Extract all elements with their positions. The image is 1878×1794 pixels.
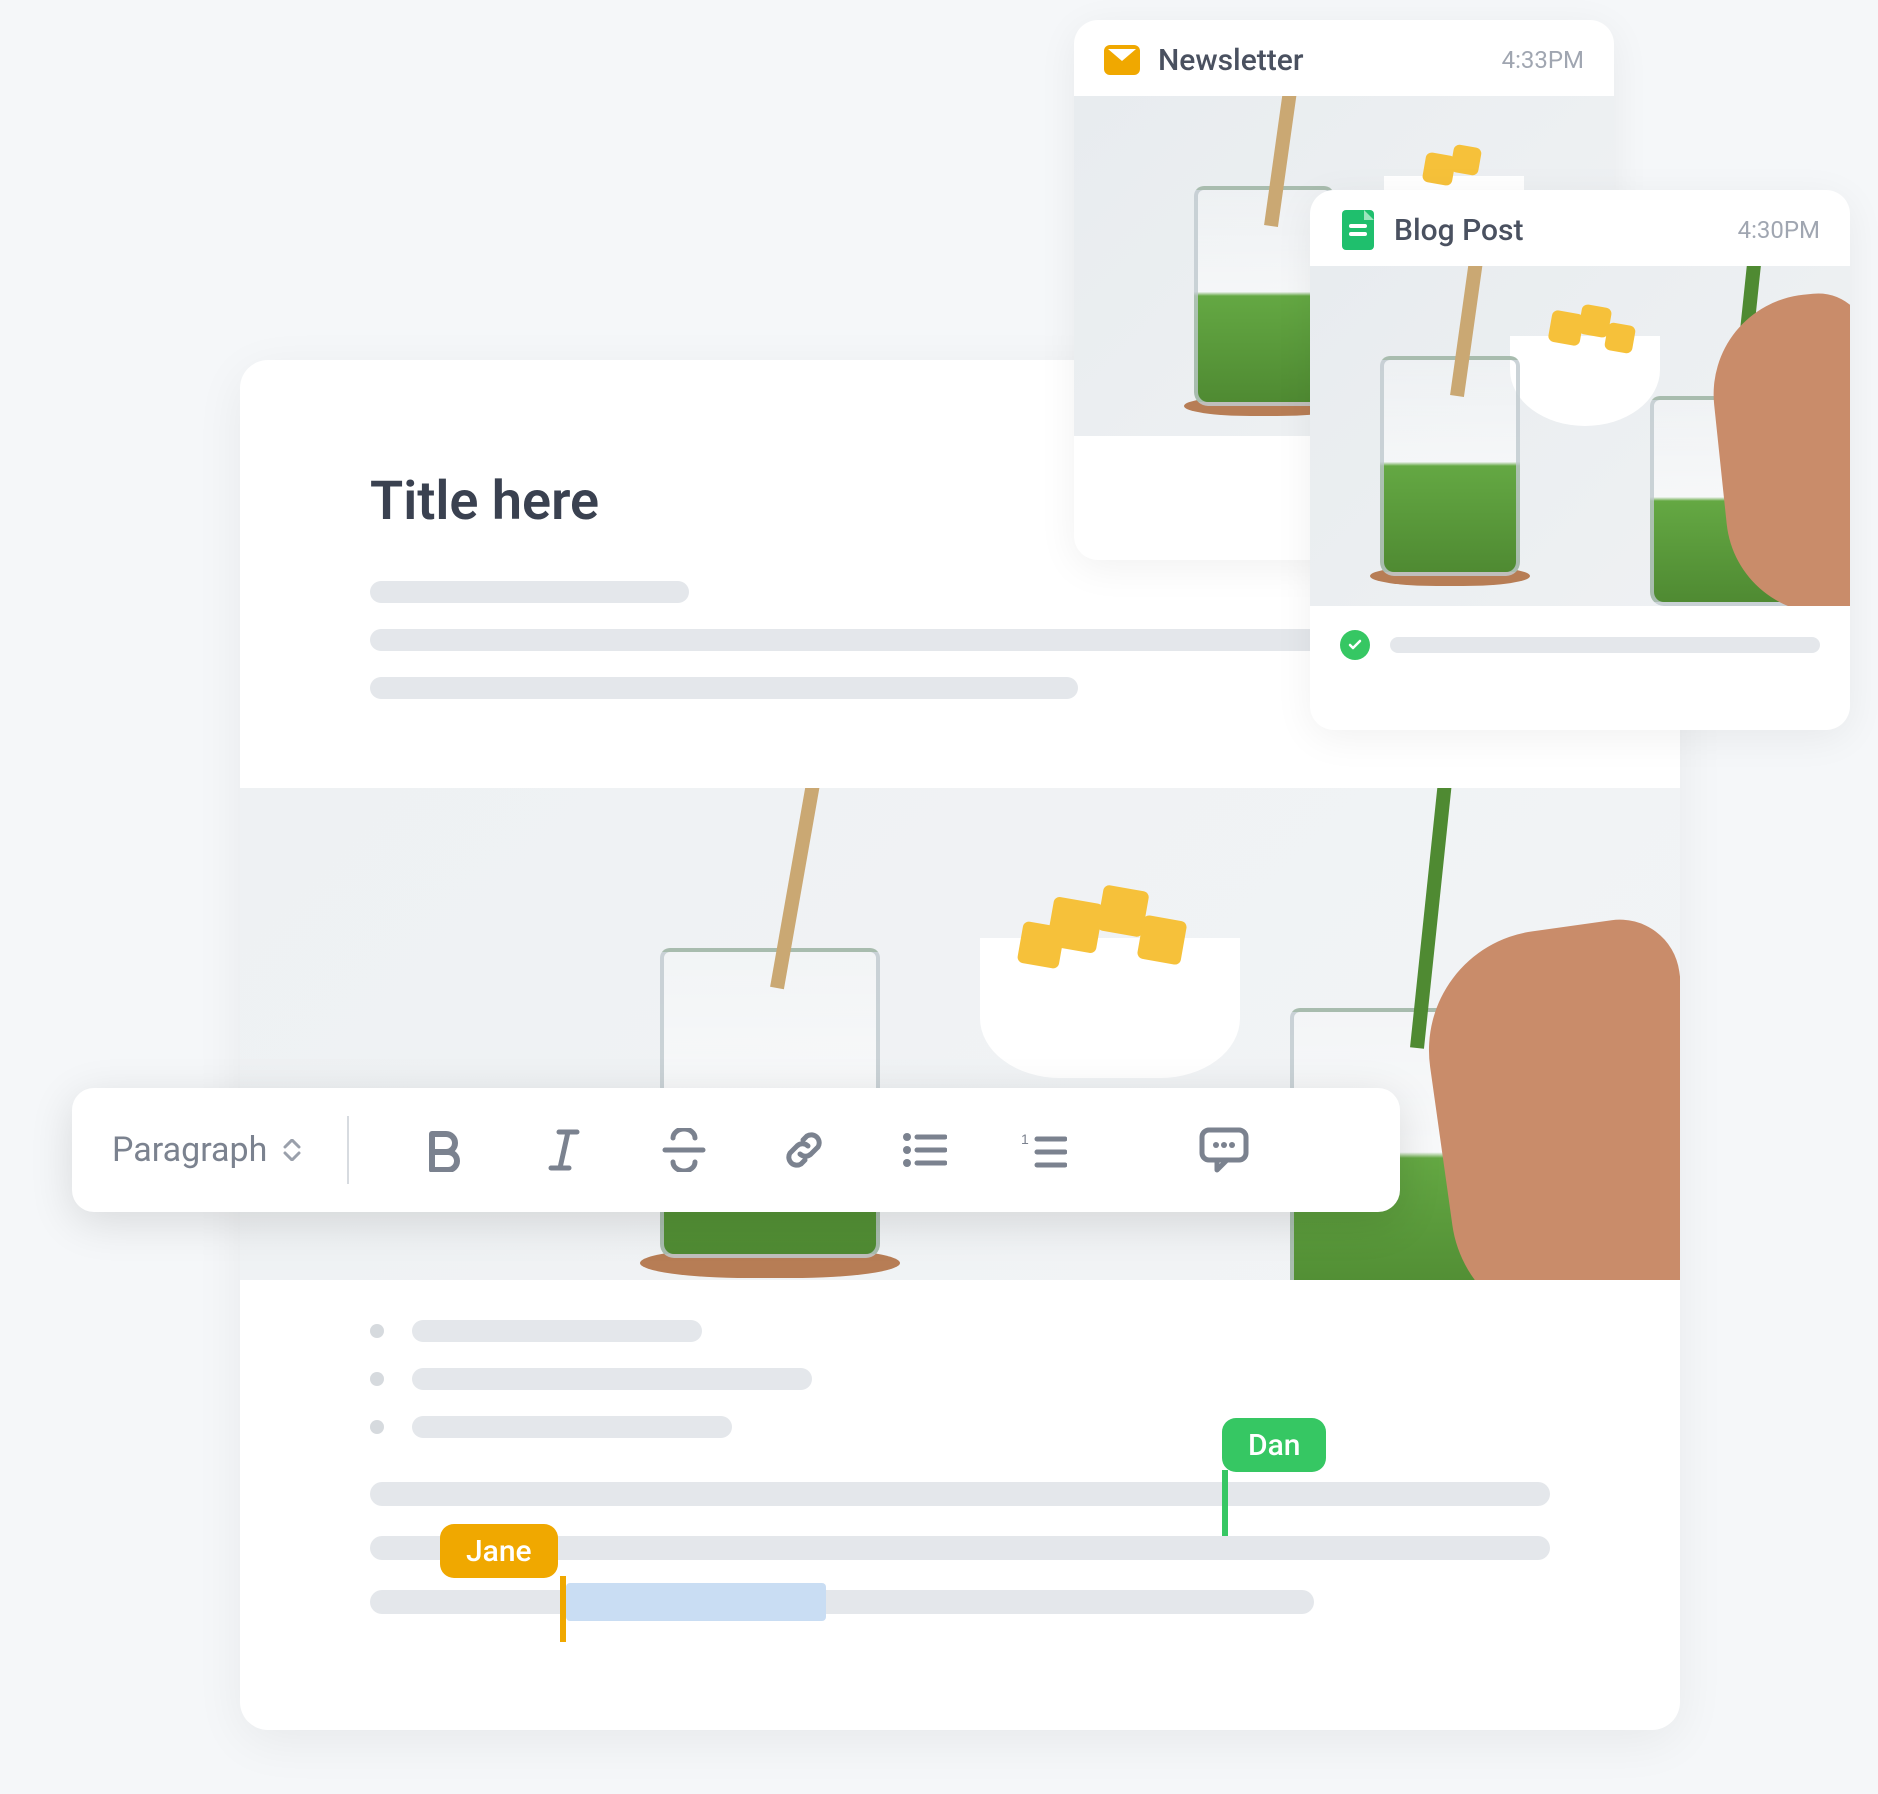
card-timestamp: 4:33PM xyxy=(1502,46,1584,74)
list-text-placeholder xyxy=(412,1320,702,1342)
mango-graphic xyxy=(1137,915,1188,966)
chevron-updown-icon xyxy=(283,1139,301,1161)
card-footer xyxy=(1310,606,1850,684)
bullet-list-button[interactable] xyxy=(869,1088,979,1212)
card-title: Newsletter xyxy=(1158,43,1484,78)
document-icon xyxy=(1340,212,1376,248)
card-text-placeholder xyxy=(1390,637,1820,653)
paragraph-placeholder-line xyxy=(370,581,689,603)
link-button[interactable] xyxy=(749,1088,859,1212)
paragraph-style-label: Paragraph xyxy=(112,1130,267,1170)
paragraph-placeholder-line xyxy=(370,1482,1550,1506)
text-selection xyxy=(566,1583,826,1621)
bullet-list-item xyxy=(370,1320,1550,1342)
envelope-icon xyxy=(1104,42,1140,78)
paragraph-style-select[interactable]: Paragraph xyxy=(112,1130,337,1170)
list-text-placeholder xyxy=(412,1368,812,1390)
toolbar-divider xyxy=(347,1116,349,1184)
hand-graphic xyxy=(1413,912,1680,1280)
strikethrough-button[interactable] xyxy=(629,1088,739,1212)
bullet-icon xyxy=(370,1372,384,1386)
list-text-placeholder xyxy=(412,1416,732,1438)
editor-toolbar: Paragraph 1 xyxy=(72,1088,1400,1212)
bullet-icon xyxy=(370,1324,384,1338)
numbered-list-button[interactable]: 1 xyxy=(989,1088,1099,1212)
collaborator-name: Dan xyxy=(1248,1428,1300,1463)
bullet-list-item xyxy=(370,1416,1550,1438)
check-icon xyxy=(1340,630,1370,660)
svg-text:1: 1 xyxy=(1021,1131,1029,1147)
mango-graphic xyxy=(1017,921,1066,970)
paragraph-placeholder-line xyxy=(370,1590,1314,1614)
comment-button[interactable] xyxy=(1169,1088,1279,1212)
bullet-icon xyxy=(370,1420,384,1434)
bold-button[interactable] xyxy=(389,1088,499,1212)
italic-button[interactable] xyxy=(509,1088,619,1212)
collaborator-cursor-jane: Jane xyxy=(440,1524,558,1578)
card-timestamp: 4:30PM xyxy=(1738,216,1820,244)
card-thumbnail xyxy=(1310,266,1850,606)
blog-post-card[interactable]: Blog Post 4:30PM xyxy=(1310,190,1850,730)
collaborator-cursor-dan: Dan xyxy=(1222,1418,1326,1472)
paragraph-placeholder-line xyxy=(370,677,1078,699)
bullet-list-item xyxy=(370,1368,1550,1390)
collaborator-caret-dan xyxy=(1222,1470,1228,1536)
card-title: Blog Post xyxy=(1394,213,1720,248)
collaborator-name: Jane xyxy=(466,1534,532,1569)
editor-body[interactable]: Dan Jane xyxy=(370,1320,1550,1644)
